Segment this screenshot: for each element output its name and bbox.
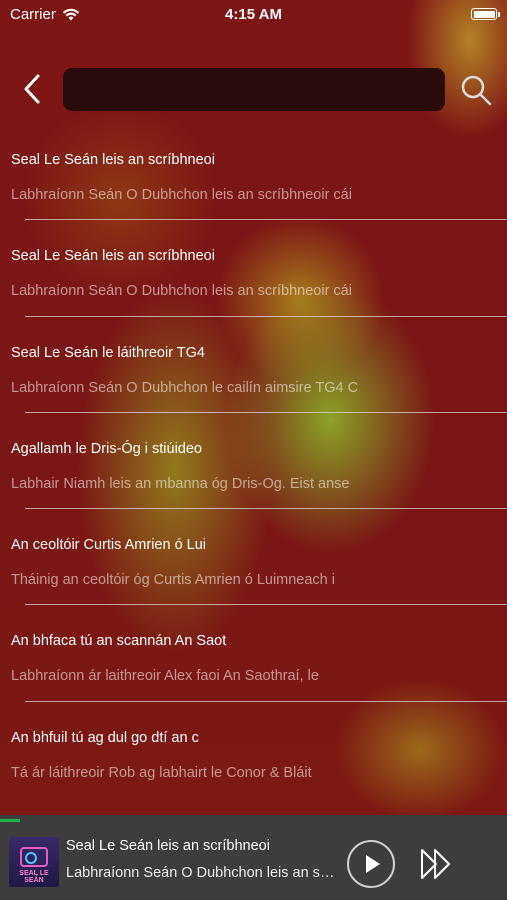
episode-title: An bhfuil tú ag dul go dtí an c <box>11 729 199 746</box>
episode-subtitle: Labhraíonn ár laithreoir Alex faoi An Sa… <box>11 668 319 685</box>
episode-subtitle: Labhraíonn Seán O Dubhchon leis an scríb… <box>11 187 352 203</box>
episode-title: An bhfaca tú an scannán An Saot <box>11 633 227 650</box>
radio-logo-icon <box>20 847 48 867</box>
play-icon <box>366 855 380 873</box>
episode-title: Seal Le Seán le láithreoir TG4 <box>11 344 205 361</box>
status-left: Carrier <box>10 6 80 23</box>
episode-list-item[interactable]: Seal Le Seán leis an scríbhneoi Labhraío… <box>0 124 507 221</box>
episode-list-item[interactable]: Seal Le Seán le láithreoir TG4 Labhraíon… <box>0 317 507 413</box>
battery-icon <box>471 8 500 20</box>
search-input[interactable] <box>63 68 445 111</box>
episode-title: Agallamh le Dris-Óg i stiúideo <box>11 440 202 457</box>
battery-level <box>473 10 495 18</box>
episode-title: Seal Le Seán leis an scríbhneoi <box>11 152 215 168</box>
now-playing-subtitle: Labhraíonn Seán O Dubhchon leis an scríb… <box>66 865 338 881</box>
episode-list-item[interactable]: Seal Le Seán leis an scríbhneoi Labhraío… <box>0 220 507 317</box>
episode-list-item[interactable]: An bhfaca tú an scannán An Saot Labhraío… <box>0 605 507 702</box>
episode-artwork: SEAL LE SEÁN <box>9 837 59 887</box>
playback-progress-bar[interactable] <box>0 819 507 822</box>
play-button[interactable] <box>347 840 395 888</box>
mini-player[interactable]: SEAL LE SEÁN Seal Le Seán leis an scríbh… <box>0 815 507 900</box>
episode-subtitle: Labhair Niamh leis an mbanna óg Dris-Og.… <box>11 475 350 492</box>
episode-title: An ceoltóir Curtis Amrien ó Lui <box>11 537 207 554</box>
status-bar: Carrier 4:15 AM <box>0 0 507 28</box>
episode-subtitle: Labhraíonn Seán O Dubhchon le cailín aim… <box>11 379 359 396</box>
fast-forward-icon[interactable] <box>418 845 454 883</box>
wifi-icon <box>62 8 80 20</box>
episode-subtitle: Labhraíonn Seán O Dubhchon leis an scríb… <box>11 283 352 300</box>
search-icon[interactable] <box>458 72 494 108</box>
artwork-logo-text: SEAL LE SEÁN <box>19 870 49 884</box>
episode-list-item[interactable]: An bhfuil tú ag dul go dtí an c Tá ár lá… <box>0 702 507 798</box>
back-chevron-icon[interactable] <box>18 72 48 106</box>
playback-progress-fill <box>0 819 21 822</box>
search-header <box>0 66 507 112</box>
episode-title: Seal Le Seán leis an scríbhneoi <box>11 248 215 265</box>
episode-list-item[interactable]: Agallamh le Dris-Óg i stiúideo Labhair N… <box>0 413 507 510</box>
carrier-label: Carrier <box>10 5 56 23</box>
episode-list: Seal Le Seán leis an scríbhneoi Labhraío… <box>0 124 507 798</box>
episode-subtitle: Tá ár láithreoir Rob ag labhairt le Cono… <box>11 764 312 781</box>
episode-list-item[interactable]: An ceoltóir Curtis Amrien ó Lui Tháinig … <box>0 509 507 606</box>
now-playing-title: Seal Le Seán leis an scríbhneoi <box>66 838 270 854</box>
episode-subtitle: Tháinig an ceoltóir óg Curtis Amrien ó L… <box>11 572 335 589</box>
